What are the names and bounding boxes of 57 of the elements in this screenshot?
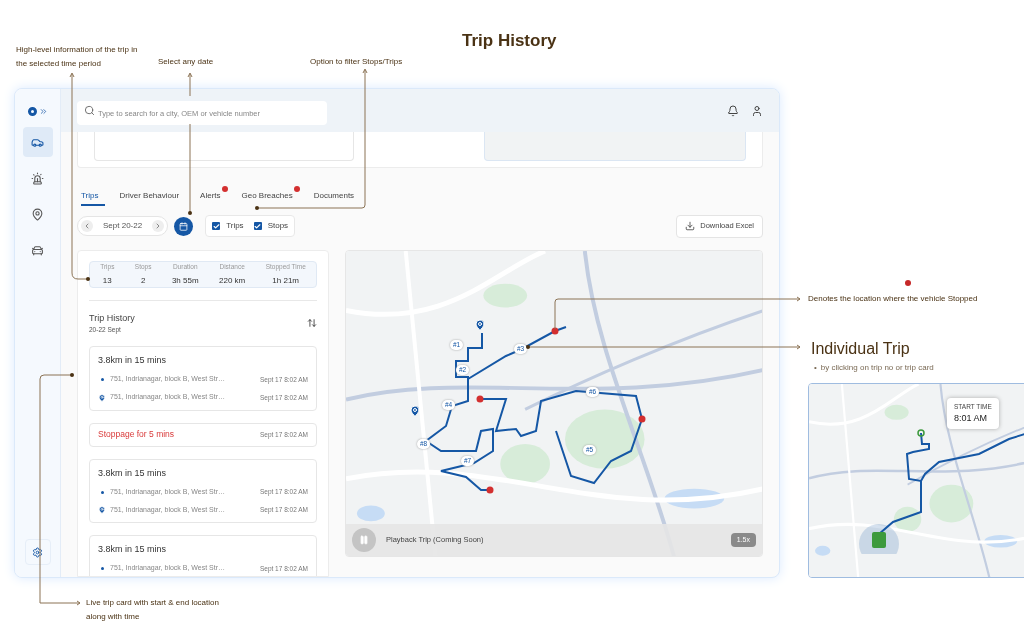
annotation: Option to filter Stops/Trips	[310, 56, 403, 68]
user-icon[interactable]	[751, 104, 763, 117]
caption: by clicking on trip no or trip card	[820, 362, 934, 374]
alarm-icon	[31, 171, 44, 185]
slide-title: Trip History	[462, 30, 557, 52]
trip-summary: 3.8km in 15 mins	[98, 543, 168, 556]
vehicle-icon	[31, 243, 44, 257]
settings-icon	[32, 546, 43, 558]
pin-icon	[474, 319, 486, 331]
checkbox-label: Stops	[267, 220, 289, 232]
pin-icon	[98, 393, 106, 402]
nav-item[interactable]	[22, 127, 53, 157]
annotation: High-level information of the trip in the selected time period	[16, 44, 139, 70]
tab[interactable]: Alerts	[200, 186, 228, 206]
tab[interactable]: Trips	[81, 186, 106, 206]
annotation: Denotes the location where the vehicle Stopped	[808, 293, 978, 305]
next-icon[interactable]	[152, 220, 165, 232]
tab[interactable]: Documents	[313, 186, 362, 206]
stat-value: 1h 21m	[272, 274, 300, 287]
logo-icon	[27, 106, 37, 116]
pause-icon	[359, 535, 369, 545]
settings-button[interactable]	[24, 539, 51, 565]
tab[interactable]: Geo Breaches	[241, 186, 300, 206]
notification-icon[interactable]	[727, 104, 739, 117]
stat-value: 220 km	[219, 274, 246, 287]
search-icon	[84, 105, 95, 116]
callout-time: 8:01 AM	[954, 411, 989, 425]
tab[interactable]: Driver Behaviour	[119, 186, 187, 206]
annotation: Live trip card with start & end location along with time	[86, 597, 220, 623]
bullet: •	[814, 362, 817, 374]
date-range: Sept 20-22	[103, 220, 143, 232]
stoppage-text: Stoppage for 5 mins	[98, 428, 176, 441]
check-icon	[254, 222, 262, 230]
stat-value: 2	[140, 274, 146, 287]
checkbox-label: Trips	[226, 220, 244, 232]
expand-icon[interactable]	[38, 106, 48, 116]
date-picker[interactable]: Sept 20-22	[77, 216, 169, 236]
check-icon	[212, 222, 220, 230]
trip-summary: 3.8km in 15 mins	[98, 466, 168, 480]
alert-badge	[221, 186, 228, 192]
checkbox[interactable]	[212, 222, 221, 230]
pin-icon	[98, 506, 106, 514]
history-title: Trip History	[89, 311, 136, 325]
stat-value: 3h 55m	[171, 274, 199, 287]
trip-summary: 3.8km in 15 mins	[98, 354, 168, 367]
download-icon	[685, 221, 696, 231]
sort-icon[interactable]	[307, 318, 317, 329]
stat-value: 13	[102, 274, 112, 287]
previous-icon[interactable]	[81, 220, 93, 232]
section-heading: Individual Trip	[811, 339, 910, 359]
alert-badge	[293, 186, 300, 192]
pin-icon	[409, 405, 421, 417]
calendar-button[interactable]	[174, 216, 194, 236]
annotation: Select any date	[158, 56, 214, 68]
checkbox[interactable]	[253, 222, 262, 230]
calendar-icon	[179, 221, 189, 231]
location-icon	[31, 207, 44, 221]
